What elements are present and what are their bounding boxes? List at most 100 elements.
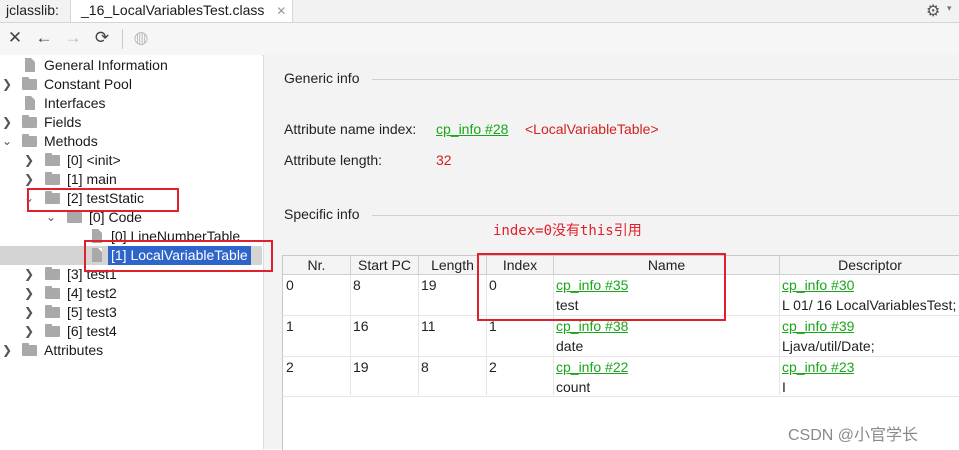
chevron-right-icon[interactable]: ❯: [23, 170, 35, 189]
tree-item-method-init[interactable]: ❯ [0] <init>: [0, 151, 262, 170]
folder-icon: [45, 153, 60, 166]
chevron-right-icon[interactable]: ❯: [1, 341, 13, 360]
highlight-box-teststatic: [27, 188, 179, 212]
chevron-right-icon[interactable]: ❯: [1, 75, 13, 94]
tree-item-interfaces[interactable]: Interfaces: [0, 94, 262, 113]
cell-start-pc: 16: [353, 318, 369, 334]
forward-icon[interactable]: →: [63, 28, 83, 48]
cell-descriptor: Ljava/util/Date;: [782, 338, 875, 354]
chevron-right-icon[interactable]: ❯: [23, 265, 35, 284]
tree-item-label: [0] <init>: [67, 152, 121, 168]
folder-icon: [22, 77, 37, 90]
section-divider: [372, 79, 959, 80]
folder-icon: [45, 286, 60, 299]
chevron-right-icon[interactable]: ❯: [1, 113, 13, 132]
cell-length: 11: [421, 318, 436, 334]
toolbar: ✕ ← → ⟳ ◍: [0, 23, 959, 56]
attribute-name-link[interactable]: cp_info #28: [436, 121, 508, 137]
chevron-right-icon[interactable]: ❯: [23, 151, 35, 170]
cell-name: date: [556, 338, 584, 354]
file-icon: [25, 96, 35, 110]
web-icon[interactable]: ◍: [131, 28, 151, 48]
tree-item-label: [5] test3: [67, 304, 117, 320]
attribute-length-label: Attribute length:: [284, 152, 383, 168]
tree-item-label: [6] test4: [67, 323, 117, 339]
cell-nr: 1: [286, 318, 294, 334]
folder-icon: [67, 210, 82, 223]
column-header-start-pc[interactable]: Start PC: [351, 256, 419, 275]
chevron-right-icon[interactable]: ❯: [23, 303, 35, 322]
highlight-box-index-name: [477, 253, 726, 321]
cell-length: 8: [421, 359, 429, 375]
cell-descriptor: L 01/ 16 LocalVariablesTest;: [782, 297, 957, 313]
cell-name-link[interactable]: cp_info #22: [556, 359, 628, 375]
tree-item-label: [4] test2: [67, 285, 117, 301]
back-icon[interactable]: ←: [34, 28, 54, 48]
tree-item-method-test2[interactable]: ❯ [4] test2: [0, 284, 262, 303]
annotation-text: index=0没有this引用: [493, 223, 642, 239]
specific-info-title: Specific info: [284, 206, 360, 222]
tree-item-constant-pool[interactable]: ❯ Constant Pool: [0, 75, 262, 94]
row-divider: [283, 356, 959, 357]
chevron-right-icon[interactable]: ❯: [23, 284, 35, 303]
column-divider: [779, 275, 780, 395]
gear-icon[interactable]: ⚙: [926, 1, 940, 21]
chevron-down-icon[interactable]: ⌄: [1, 132, 13, 151]
tab-bar: jclasslib: _16_LocalVariablesTest.class …: [0, 0, 959, 23]
folder-icon: [45, 305, 60, 318]
column-header-descriptor[interactable]: Descriptor: [780, 256, 959, 275]
cell-descriptor-link[interactable]: cp_info #39: [782, 318, 854, 334]
cell-descriptor-link[interactable]: cp_info #23: [782, 359, 854, 375]
folder-icon: [45, 324, 60, 337]
cell-nr: 0: [286, 277, 294, 293]
library-label: jclasslib:: [6, 2, 59, 18]
chevron-down-icon[interactable]: ▾: [947, 3, 952, 14]
column-header-nr[interactable]: Nr.: [283, 256, 351, 275]
tree-item-label: Interfaces: [44, 95, 106, 111]
folder-icon: [22, 115, 37, 128]
tree-item-label: Methods: [44, 133, 98, 149]
tree-item-label: General Information: [44, 57, 168, 73]
tree-item-label: [1] main: [67, 171, 117, 187]
section-divider: [372, 215, 959, 216]
column-divider: [350, 275, 351, 395]
tree-item-fields[interactable]: ❯ Fields: [0, 113, 262, 132]
refresh-icon[interactable]: ⟳: [92, 28, 112, 48]
tree-item-methods[interactable]: ⌄ Methods: [0, 132, 262, 151]
close-icon[interactable]: ✕: [276, 4, 286, 18]
tree-item-method-test4[interactable]: ❯ [6] test4: [0, 322, 262, 341]
toolbar-divider: [122, 29, 123, 49]
tree-item-label: Attributes: [44, 342, 104, 358]
folder-icon: [45, 267, 60, 280]
tab-class-file[interactable]: _16_LocalVariablesTest.class ✕: [70, 0, 294, 22]
cell-descriptor: I: [782, 379, 786, 395]
attribute-name-value: <LocalVariableTable>: [525, 121, 659, 137]
highlight-box-local-variable-table: [84, 240, 273, 272]
close-icon[interactable]: ✕: [5, 28, 25, 48]
cell-start-pc: 8: [353, 277, 361, 293]
tree-item-general-information[interactable]: General Information: [0, 56, 262, 75]
folder-icon: [22, 343, 37, 356]
folder-icon: [45, 172, 60, 185]
cell-nr: 2: [286, 359, 294, 375]
watermark: CSDN @小官学长: [788, 427, 919, 444]
tab-label: _16_LocalVariablesTest.class: [81, 2, 265, 18]
column-divider: [418, 275, 419, 395]
chevron-right-icon[interactable]: ❯: [23, 322, 35, 341]
cell-start-pc: 19: [353, 359, 369, 375]
tree-item-label: Constant Pool: [44, 76, 132, 92]
tree-item-method-main[interactable]: ❯ [1] main: [0, 170, 262, 189]
attribute-name-label: Attribute name index:: [284, 121, 417, 137]
cell-name: count: [556, 379, 591, 395]
generic-info-title: Generic info: [284, 70, 360, 86]
file-icon: [25, 58, 35, 72]
row-divider: [283, 396, 959, 397]
cell-descriptor-link[interactable]: cp_info #30: [782, 277, 854, 293]
tree-item-label: Fields: [44, 114, 82, 130]
tree-item-attributes[interactable]: ❯ Attributes: [0, 341, 262, 360]
attribute-length-value: 32: [436, 152, 452, 168]
cell-length: 19: [421, 277, 437, 293]
cell-index: 2: [489, 359, 497, 375]
tree-item-method-test3[interactable]: ❯ [5] test3: [0, 303, 262, 322]
folder-icon: [22, 134, 37, 147]
